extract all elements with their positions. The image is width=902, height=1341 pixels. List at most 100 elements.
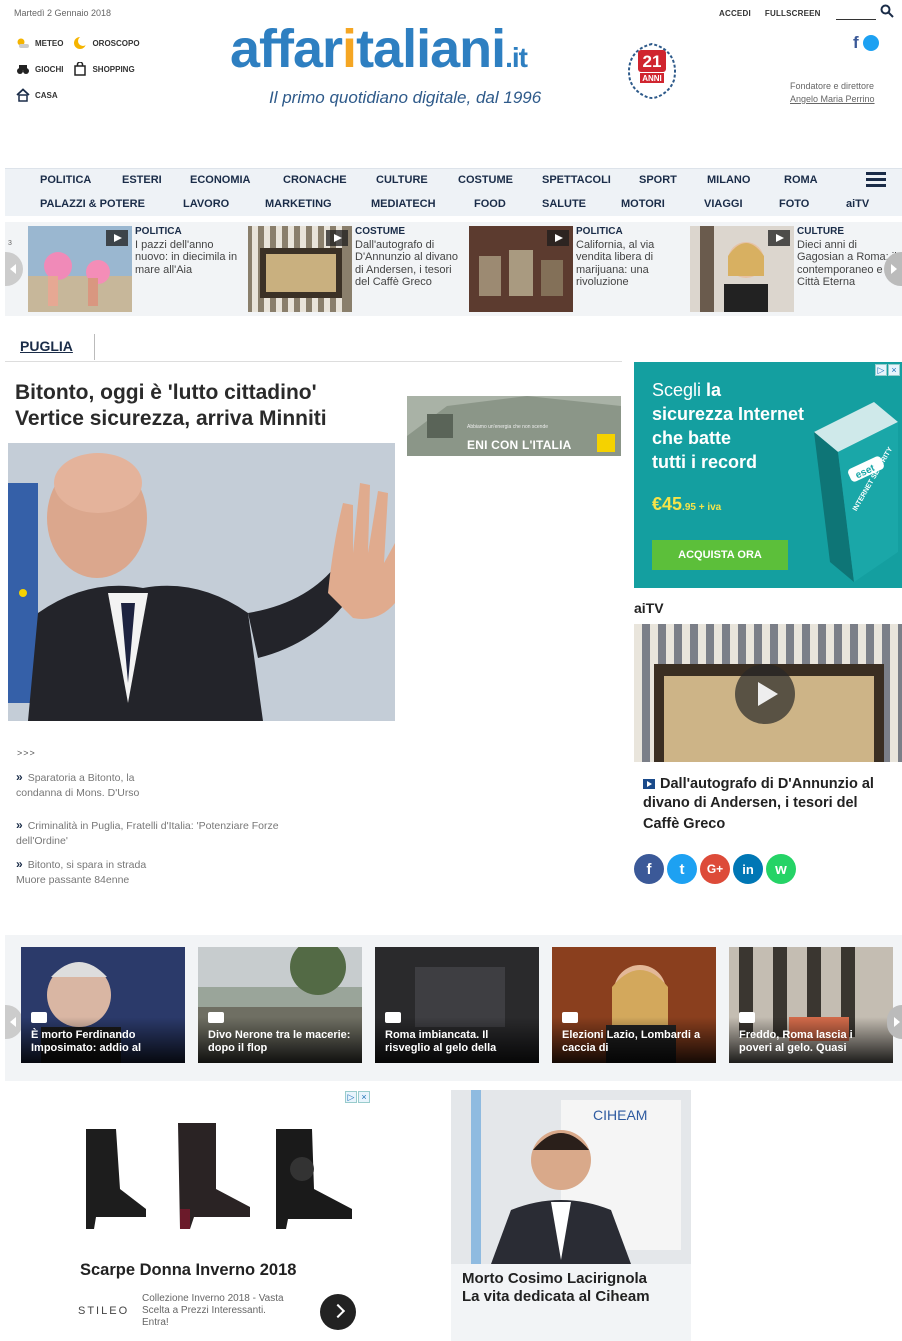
shoes-ad-banner[interactable]: Scarpe Donna Inverno 2018 STILEO Collezi… — [66, 1089, 372, 1341]
nav-item-sport[interactable]: SPORT — [639, 174, 677, 186]
nav-item-cronache[interactable]: CRONACHE — [283, 174, 347, 186]
facebook-share-icon[interactable]: f — [634, 854, 664, 884]
video-play-icon — [547, 230, 569, 246]
shopping-link[interactable]: SHOPPING — [73, 62, 135, 76]
camera-icon — [31, 1012, 47, 1023]
fullscreen-link[interactable]: FULLSCREEN — [765, 9, 821, 18]
nav-item-mediatech[interactable]: MEDIATECH — [371, 198, 436, 210]
nav-item-motori[interactable]: MOTORI — [621, 198, 665, 210]
nav-item-spettacoli[interactable]: SPETTACOLI — [542, 174, 611, 186]
carousel-caption: POLITICA I pazzi dell'anno nuovo: in die… — [135, 226, 238, 276]
login-link[interactable]: ACCEDI — [719, 9, 751, 18]
carousel-thumb — [28, 226, 132, 312]
quick-links: METEO OROSCOPO GIOCHI SHOPPING CASA — [16, 36, 150, 114]
main-article-photo[interactable] — [8, 443, 395, 721]
play-button-icon[interactable] — [735, 664, 795, 724]
oroscopo-link[interactable]: OROSCOPO — [73, 36, 140, 50]
carousel-prev-button[interactable] — [5, 252, 23, 286]
camera-icon — [739, 1012, 755, 1023]
facebook-icon[interactable]: f — [853, 33, 859, 53]
nav-item-aitv[interactable]: aiTV — [846, 198, 869, 210]
close-icon[interactable]: × — [358, 1091, 370, 1103]
section-separator — [94, 334, 95, 360]
nav-item-marketing[interactable]: MARKETING — [265, 198, 332, 210]
section-tag-puglia[interactable]: PUGLIA — [20, 338, 73, 354]
nav-item-viaggi[interactable]: VIAGGI — [704, 198, 743, 210]
shoes-ad-description: Collezione Inverno 2018 - Vasta Scelta a… — [142, 1293, 284, 1328]
hamburger-menu-icon[interactable] — [866, 172, 886, 188]
whatsapp-share-icon[interactable]: w — [766, 854, 796, 884]
social-top: f — [853, 33, 879, 53]
founder-info: Fondatore e direttore Angelo Maria Perri… — [790, 81, 875, 106]
nav-item-palazzi[interactable]: PALAZZI & POTERE — [40, 198, 145, 210]
nav-item-esteri[interactable]: ESTERI — [122, 174, 162, 186]
nav-item-food[interactable]: FOOD — [474, 198, 506, 210]
googleplus-share-icon[interactable]: G+ — [700, 854, 730, 884]
giochi-link[interactable]: GIOCHI — [16, 62, 63, 76]
eset-price: €45.95 + iva — [652, 494, 722, 514]
photo-carousel-item[interactable]: Roma imbiancata. Il risveglio al gelo de… — [375, 947, 539, 1063]
shoes-ad-brand: STILEO — [78, 1305, 130, 1317]
aitv-subtitle[interactable]: Caffè Greco — [643, 816, 725, 832]
related-link[interactable]: » Sparatoria a Bitonto, la condanna di Mon… — [16, 770, 139, 801]
cihe-article-photo[interactable]: CIHEAM — [451, 1090, 691, 1264]
svg-text:21: 21 — [643, 52, 662, 71]
carousel-thumb — [469, 226, 573, 312]
more-link[interactable]: >>> — [17, 748, 36, 758]
nav-item-salute[interactable]: SALUTE — [542, 198, 586, 210]
binoculars-icon — [17, 65, 29, 74]
camera-icon — [562, 1012, 578, 1023]
close-icon[interactable]: × — [888, 364, 900, 376]
ad-choices-badge[interactable]: ▷ × — [345, 1091, 370, 1103]
nav-item-lavoro[interactable]: LAVORO — [183, 198, 229, 210]
founder-name-link[interactable]: Angelo Maria Perrino — [790, 93, 875, 106]
aitv-heading: aiTV — [634, 600, 664, 616]
twitter-icon[interactable] — [862, 35, 879, 51]
search-icon[interactable] — [880, 4, 894, 18]
related-link[interactable]: » Criminalità in Puglia, Fratelli d'Itali… — [16, 818, 279, 849]
aitv-title[interactable]: Dall'autografo di D'Annunzio al divano d… — [643, 775, 895, 813]
photo-carousel: È morto Ferdinando Imposimato: addio al … — [5, 935, 902, 1081]
moon-icon — [74, 36, 88, 49]
linkedin-share-icon[interactable]: in — [733, 854, 763, 884]
nav-item-costume[interactable]: COSTUME — [458, 174, 513, 186]
home-icon — [16, 88, 30, 102]
cihe-article-title[interactable]: Morto Cosimo Lacirignola La vita dedicat… — [451, 1264, 691, 1341]
eset-product-box: eset INTERNET SECURITY — [814, 402, 898, 582]
chevron-right-icon: » — [16, 818, 23, 832]
nav-item-politica[interactable]: POLITICA — [40, 174, 91, 186]
carousel-thumb — [248, 226, 352, 312]
top-links: ACCEDI FULLSCREEN — [719, 9, 821, 18]
nav-item-culture[interactable]: CULTURE — [376, 174, 428, 186]
eset-ad-banner[interactable]: Scegli la sicurezza Internet che batte t… — [634, 362, 902, 588]
section-divider — [5, 361, 622, 362]
photo-carousel-item[interactable]: Elezioni Lazio, Lombardi a caccia di — [552, 947, 716, 1063]
eni-ad-banner[interactable]: Abbiamo un'energia che non scende ENI CO… — [407, 396, 621, 456]
chevron-right-icon: » — [16, 857, 23, 871]
adchoices-icon: ▷ — [345, 1091, 357, 1103]
shoes-ad-next-button[interactable] — [320, 1294, 356, 1330]
eni-dog-logo-icon — [597, 434, 615, 452]
photo-carousel-item[interactable]: È morto Ferdinando Imposimato: addio al — [21, 947, 185, 1063]
related-link[interactable]: » Bitonto, si spara in strada Muore passan… — [16, 857, 146, 888]
nav-item-roma[interactable]: ROMA — [784, 174, 818, 186]
minister-photo — [8, 443, 395, 721]
video-play-icon — [106, 230, 128, 246]
site-logo[interactable]: affaritaliani.it — [230, 22, 528, 85]
svg-text:ANNI: ANNI — [642, 74, 662, 83]
twitter-share-icon[interactable]: t — [667, 854, 697, 884]
nav-item-economia[interactable]: ECONOMIA — [190, 174, 251, 186]
nav-item-foto[interactable]: FOTO — [779, 198, 809, 210]
casa-link[interactable]: CASA — [16, 88, 58, 102]
video-icon — [643, 779, 655, 789]
meteo-link[interactable]: METEO — [16, 36, 63, 50]
aitv-video-thumb[interactable] — [634, 624, 902, 762]
photo-carousel-item[interactable]: Freddo, Roma lascia i poveri al gelo. Qu… — [729, 947, 893, 1063]
search-input[interactable] — [836, 6, 876, 20]
shoes-ad-title: Scarpe Donna Inverno 2018 — [80, 1261, 297, 1279]
nav-item-milano[interactable]: MILANO — [707, 174, 750, 186]
eset-buy-button[interactable]: ACQUISTA ORA — [652, 540, 788, 570]
ad-choices-badge[interactable]: ▷ × — [875, 364, 900, 376]
article-headline[interactable]: Bitonto, oggi è 'lutto cittadino' Vertic… — [15, 380, 395, 432]
photo-carousel-item[interactable]: Divo Nerone tra le macerie: dopo il flop — [198, 947, 362, 1063]
